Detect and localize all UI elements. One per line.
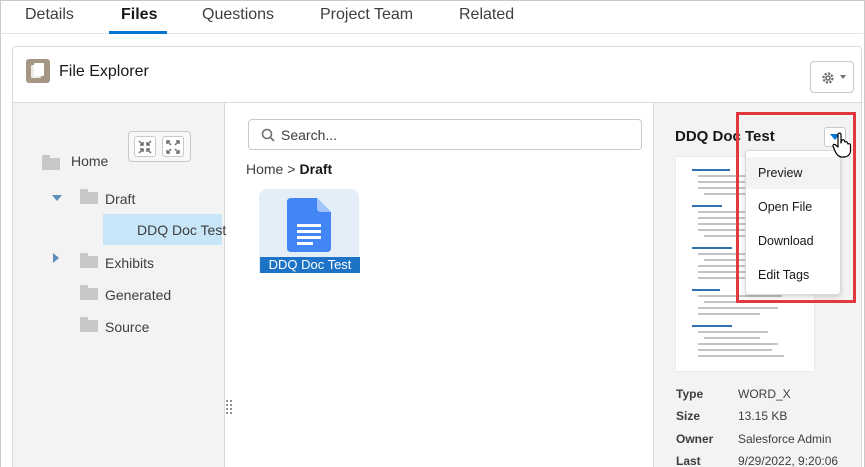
gear-icon xyxy=(822,72,834,84)
file-list-panel: Home>Draft DDQ Doc Test xyxy=(226,103,653,467)
breadcrumb-separator: > xyxy=(287,161,296,177)
files-icon xyxy=(26,59,50,83)
folder-tree-panel: Home Draft DDQ Doc Test Exhibits Generat… xyxy=(13,103,226,467)
thumbnail-text-line xyxy=(698,343,778,345)
tree-node-generated[interactable]: Generated xyxy=(105,287,171,303)
collapse-all-button[interactable] xyxy=(134,136,156,157)
thumbnail-heading-line xyxy=(692,169,730,171)
search-input[interactable] xyxy=(281,125,631,145)
hand-cursor-icon xyxy=(832,132,852,158)
folder-icon xyxy=(80,317,98,332)
expand-all-icon xyxy=(166,140,180,154)
tree-node-exhibits[interactable]: Exhibits xyxy=(105,255,154,271)
google-doc-icon xyxy=(287,198,331,252)
folder-icon xyxy=(80,189,98,204)
search-icon xyxy=(261,128,275,142)
thumbnail-text-line xyxy=(698,349,772,351)
thumbnail-text-line xyxy=(698,307,778,309)
collapse-all-icon xyxy=(138,140,152,154)
tree-node-label: DDQ Doc Test xyxy=(137,222,227,238)
breadcrumb-home[interactable]: Home xyxy=(246,161,283,177)
caret-down-icon[interactable] xyxy=(52,195,62,201)
tab-project-team[interactable]: Project Team xyxy=(320,6,413,24)
thumbnail-text-line xyxy=(698,331,768,333)
thumbnail-heading-line xyxy=(692,289,720,291)
thumbnail-heading-line xyxy=(692,205,722,207)
tree-node-source[interactable]: Source xyxy=(105,319,149,335)
chevron-down-icon xyxy=(840,75,846,79)
tab-details[interactable]: Details xyxy=(25,6,74,24)
card-header: File Explorer xyxy=(13,47,861,103)
tab-files[interactable]: Files xyxy=(121,6,157,24)
tab-related[interactable]: Related xyxy=(459,6,514,24)
folder-icon xyxy=(80,285,98,300)
thumbnail-text-line xyxy=(698,355,784,357)
thumbnail-heading-line xyxy=(692,247,732,249)
file-name-label[interactable]: DDQ Doc Test xyxy=(260,257,360,273)
record-tabs: Details Files Questions Project Team Rel… xyxy=(0,0,863,34)
thumbnail-text-line xyxy=(704,337,760,339)
thumbnail-heading-line xyxy=(692,325,732,327)
tab-questions[interactable]: Questions xyxy=(202,6,274,24)
caret-right-icon[interactable] xyxy=(53,253,59,263)
folder-icon xyxy=(80,253,98,268)
tree-node-ddq-doc-test[interactable]: DDQ Doc Test xyxy=(103,214,226,245)
breadcrumb: Home > Draft xyxy=(246,161,332,177)
card-title: File Explorer xyxy=(59,63,149,80)
expand-all-button[interactable] xyxy=(162,136,184,157)
search-box xyxy=(248,119,642,150)
tree-node-home[interactable]: Home xyxy=(71,153,108,169)
tree-node-draft[interactable]: Draft xyxy=(105,191,135,207)
tree-controls xyxy=(128,131,191,162)
panel-resize-handle-icon[interactable] xyxy=(225,398,233,416)
active-tab-indicator xyxy=(109,31,167,34)
file-explorer-card: File Explorer Home Draft DDQ Doc Test Ex… xyxy=(12,46,862,467)
folder-icon xyxy=(42,155,60,170)
breadcrumb-current: Draft xyxy=(299,161,333,177)
thumbnail-text-line xyxy=(698,313,760,315)
settings-menu-button[interactable] xyxy=(810,61,854,93)
